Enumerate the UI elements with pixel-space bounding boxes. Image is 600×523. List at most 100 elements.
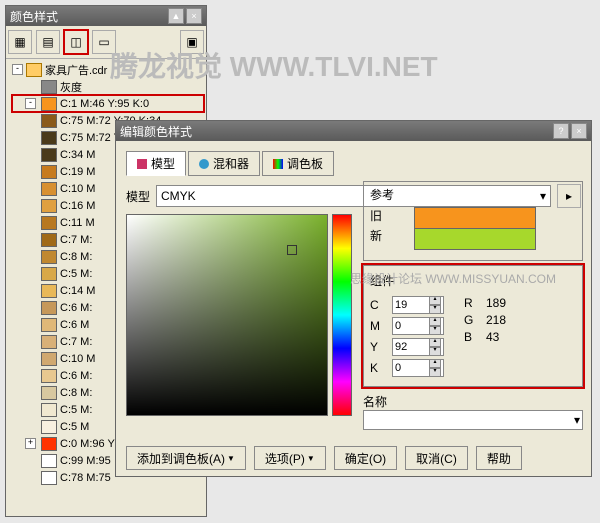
g-label: G: [464, 313, 482, 327]
swatch-label: C:8 M:: [60, 251, 92, 263]
swatch-label: C:5 M: [60, 421, 89, 433]
k-label: K: [370, 361, 388, 375]
swatch-icon: [41, 199, 57, 213]
swatch-icon: [41, 216, 57, 230]
c-input[interactable]: 19▴▾: [392, 296, 444, 314]
swatch-icon: [41, 131, 57, 145]
swatch-label: C:14 M: [60, 285, 95, 297]
swatch-label: C:6 M:: [60, 370, 92, 382]
swatch-icon: [41, 233, 57, 247]
swatch-label: C:16 M: [60, 200, 95, 212]
help-button[interactable]: 帮助: [476, 446, 522, 470]
b-label: B: [464, 330, 482, 344]
swatch-label: C:78 M:75: [60, 472, 111, 484]
m-spin-down[interactable]: ▾: [429, 326, 441, 335]
c-spin-up[interactable]: ▴: [429, 296, 441, 305]
name-input[interactable]: ▾: [363, 410, 583, 430]
swatch-label: C:10 M: [60, 353, 95, 365]
new-style-button[interactable]: ▦: [8, 30, 32, 54]
c-label: C: [370, 298, 388, 312]
g-value: 218: [486, 313, 506, 327]
swatch-label: C:5 M:: [60, 268, 92, 280]
swatch-icon: [41, 471, 57, 485]
old-color-swatch: [414, 207, 536, 229]
cancel-button[interactable]: 取消(C): [405, 446, 468, 470]
swatch-label: C:10 M: [60, 183, 95, 195]
y-input[interactable]: 92▴▾: [392, 338, 444, 356]
add-to-palette-button[interactable]: 添加到调色板(A)▼: [126, 446, 246, 470]
tree-swatch-row[interactable]: - C:1 M:46 Y:95 K:0: [12, 95, 204, 112]
swatch-label: C:1 M:46 Y:95 K:0: [60, 98, 149, 110]
rollup-button[interactable]: ▲: [168, 8, 184, 24]
components-group: 组件 C 19▴▾ M 0▴▾ Y 92▴▾ K 0▴▾ R 189 G 218 B 43: [363, 265, 583, 387]
new-color-swatch: [414, 229, 536, 250]
name-label: 名称: [363, 393, 387, 410]
close-editor-button[interactable]: ×: [571, 123, 587, 139]
swatch-icon: [41, 165, 57, 179]
editor-titlebar: 编辑颜色样式 ? ×: [116, 121, 591, 141]
k-input[interactable]: 0▴▾: [392, 359, 444, 377]
edit-color-dialog: 编辑颜色样式 ? × 模型 混和器 调色板 模型 CMYK ▾ ▸: [115, 120, 592, 477]
m-spin-up[interactable]: ▴: [429, 317, 441, 326]
new-child-button[interactable]: ▤: [36, 30, 60, 54]
close-button[interactable]: ×: [186, 8, 202, 24]
swatch-icon: [41, 284, 57, 298]
swatch-icon: [41, 454, 57, 468]
swatch-icon: [41, 420, 57, 434]
tab-mixer[interactable]: 混和器: [188, 151, 260, 176]
hue-slider[interactable]: [332, 214, 352, 416]
r-value: 189: [486, 296, 506, 310]
ok-button[interactable]: 确定(O): [334, 446, 397, 470]
edit-style-button[interactable]: ◫: [64, 30, 88, 54]
swatch-icon: [41, 182, 57, 196]
help-window-button[interactable]: ?: [553, 123, 569, 139]
m-input[interactable]: 0▴▾: [392, 317, 444, 335]
new-label: 新: [370, 227, 388, 244]
swatch-label: C:8 M:: [60, 387, 92, 399]
c-spin-down[interactable]: ▾: [429, 305, 441, 314]
swatch-label: C:6 M:: [60, 302, 92, 314]
swatch-icon: [41, 403, 57, 417]
tab-model[interactable]: 模型: [126, 151, 186, 176]
editor-title: 编辑颜色样式: [120, 123, 192, 140]
swatch-label: C:7 M:: [60, 234, 92, 246]
tree-doc-row[interactable]: - 家具广告.cdr: [12, 61, 204, 78]
model-label: 模型: [126, 188, 150, 205]
expander-icon[interactable]: -: [12, 64, 23, 75]
expander-icon[interactable]: -: [25, 98, 36, 109]
doc-name: 家具广告.cdr: [45, 62, 107, 78]
swatch-label: C:6 M: [60, 319, 89, 331]
swatch-icon: [41, 318, 57, 332]
old-label: 旧: [370, 207, 388, 224]
tree-gray-row[interactable]: 灰度: [12, 78, 204, 95]
swatch-icon: [41, 352, 57, 366]
color-panel-title: 颜色样式: [10, 8, 58, 25]
reference-group: 参考 旧 新: [363, 181, 583, 261]
swatch-icon: [41, 80, 57, 94]
swatch-label: C:0 M:96 Y: [60, 438, 115, 450]
y-label: Y: [370, 340, 388, 354]
k-spin-up[interactable]: ▴: [429, 359, 441, 368]
r-label: R: [464, 296, 482, 310]
y-spin-down[interactable]: ▾: [429, 347, 441, 356]
picker-handle[interactable]: [287, 245, 297, 255]
swatch-icon: [41, 437, 57, 451]
swatch-label: C:5 M:: [60, 404, 92, 416]
swatch-icon: [41, 369, 57, 383]
b-value: 43: [486, 330, 499, 344]
tab-palette[interactable]: 调色板: [262, 151, 334, 176]
options-button[interactable]: ▣: [180, 30, 204, 54]
model-value: CMYK: [161, 189, 196, 203]
gray-label: 灰度: [60, 79, 82, 95]
swatch-label: C:34 M: [60, 149, 95, 161]
color-gradient-picker[interactable]: [126, 214, 328, 416]
dialog-buttons: 添加到调色板(A)▼ 选项(P)▼ 确定(O) 取消(C) 帮助: [126, 446, 581, 470]
k-spin-down[interactable]: ▾: [429, 368, 441, 377]
m-label: M: [370, 319, 388, 333]
y-spin-up[interactable]: ▴: [429, 338, 441, 347]
options-button[interactable]: 选项(P)▼: [254, 446, 326, 470]
expander-icon[interactable]: +: [25, 438, 36, 449]
delete-style-button[interactable]: ▭: [92, 30, 116, 54]
components-title: 组件: [370, 272, 576, 289]
swatch-icon: [41, 97, 57, 111]
